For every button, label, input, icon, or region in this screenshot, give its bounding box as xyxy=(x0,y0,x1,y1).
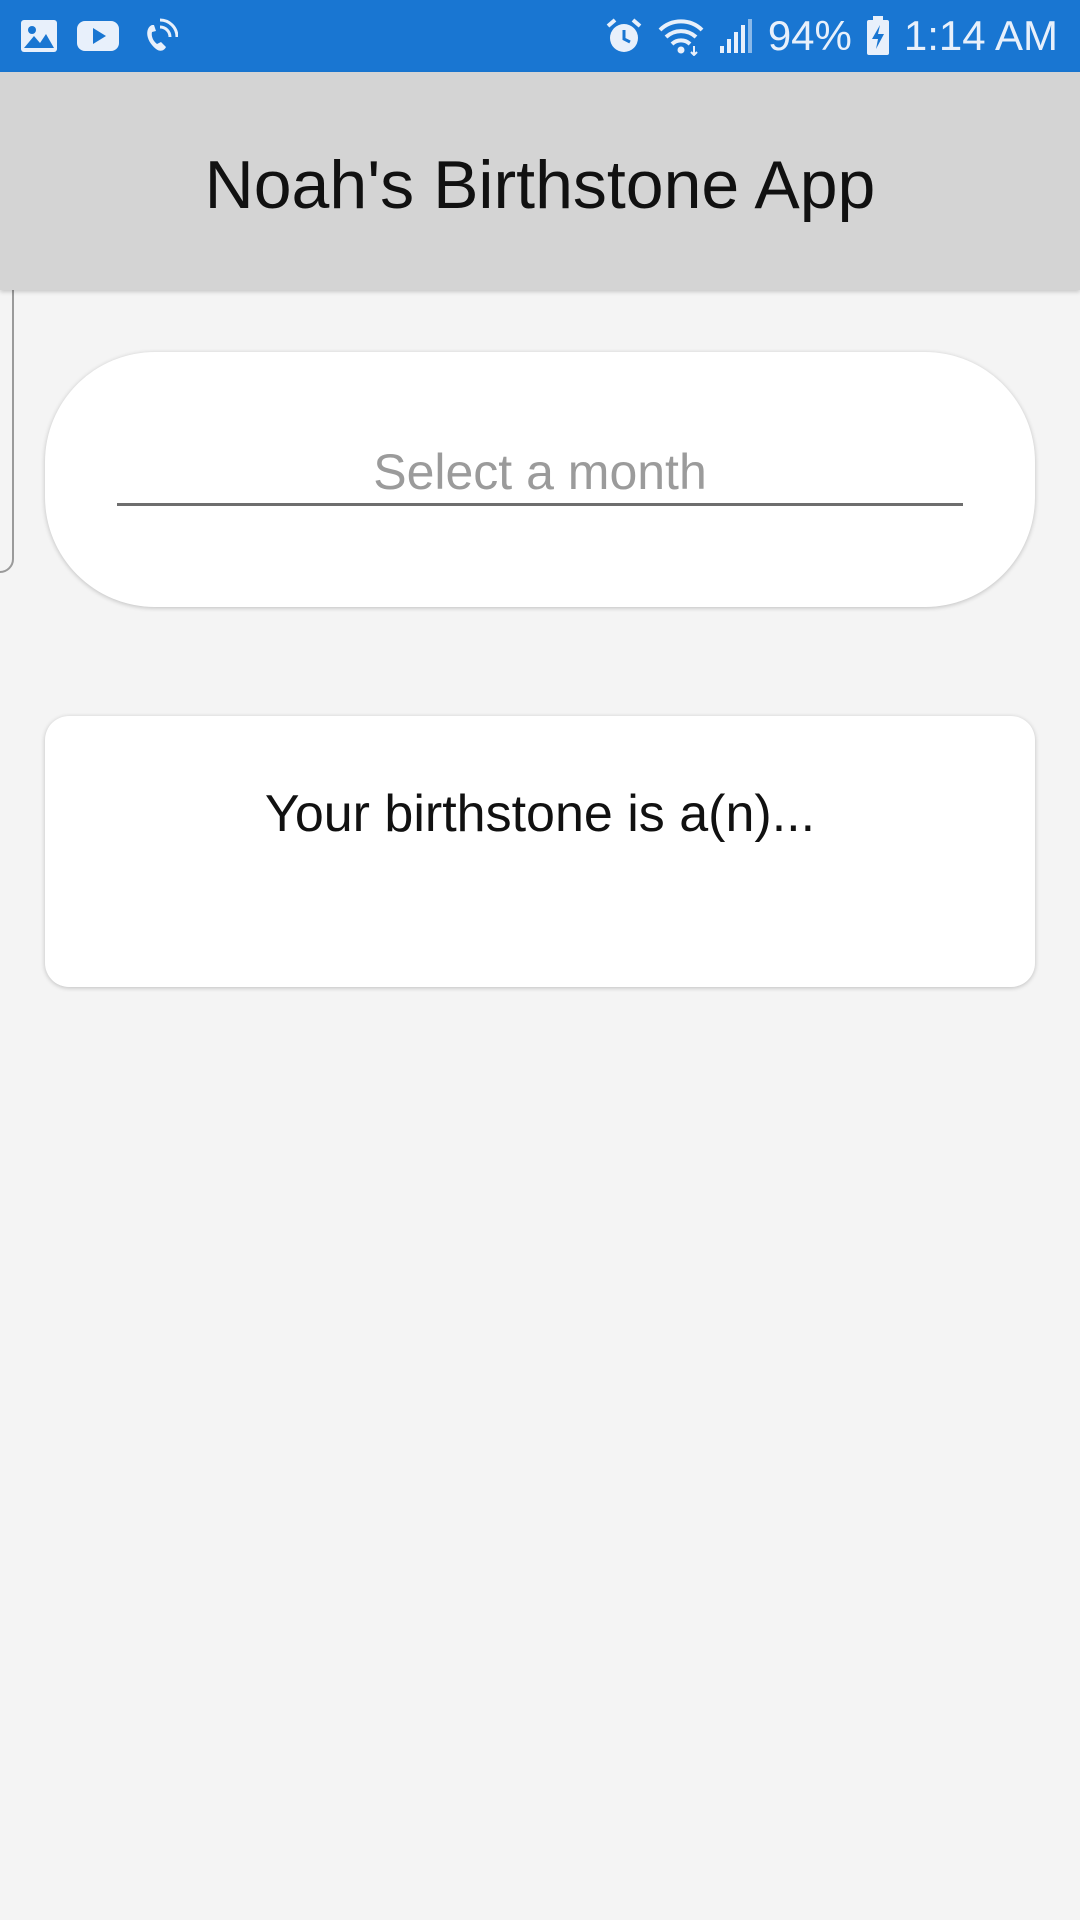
signal-icon xyxy=(719,19,752,53)
clock: 1:14 AM xyxy=(903,12,1058,59)
month-picker-card: Select a month xyxy=(45,352,1035,607)
battery-percent: 94% xyxy=(767,12,852,59)
app-bar: Noah's Birthstone App xyxy=(0,72,1080,290)
wifi-icon xyxy=(658,19,704,56)
alarm-icon xyxy=(606,18,642,52)
gallery-icon xyxy=(21,20,57,52)
result-card: Your birthstone is a(n)... xyxy=(45,716,1035,987)
birthstone-result: Your birthstone is a(n)... xyxy=(264,785,816,843)
battery-charging-icon xyxy=(866,16,889,55)
status-bar: 94% 1:14 AM xyxy=(0,0,1080,72)
youtube-icon xyxy=(77,21,119,51)
status-bar-right: 94% 1:14 AM xyxy=(604,0,1058,72)
page-title: Noah's Birthstone App xyxy=(204,147,876,223)
month-picker[interactable]: Select a month xyxy=(117,442,963,506)
status-bar-left xyxy=(20,0,178,72)
wifi-call-icon xyxy=(147,18,178,51)
